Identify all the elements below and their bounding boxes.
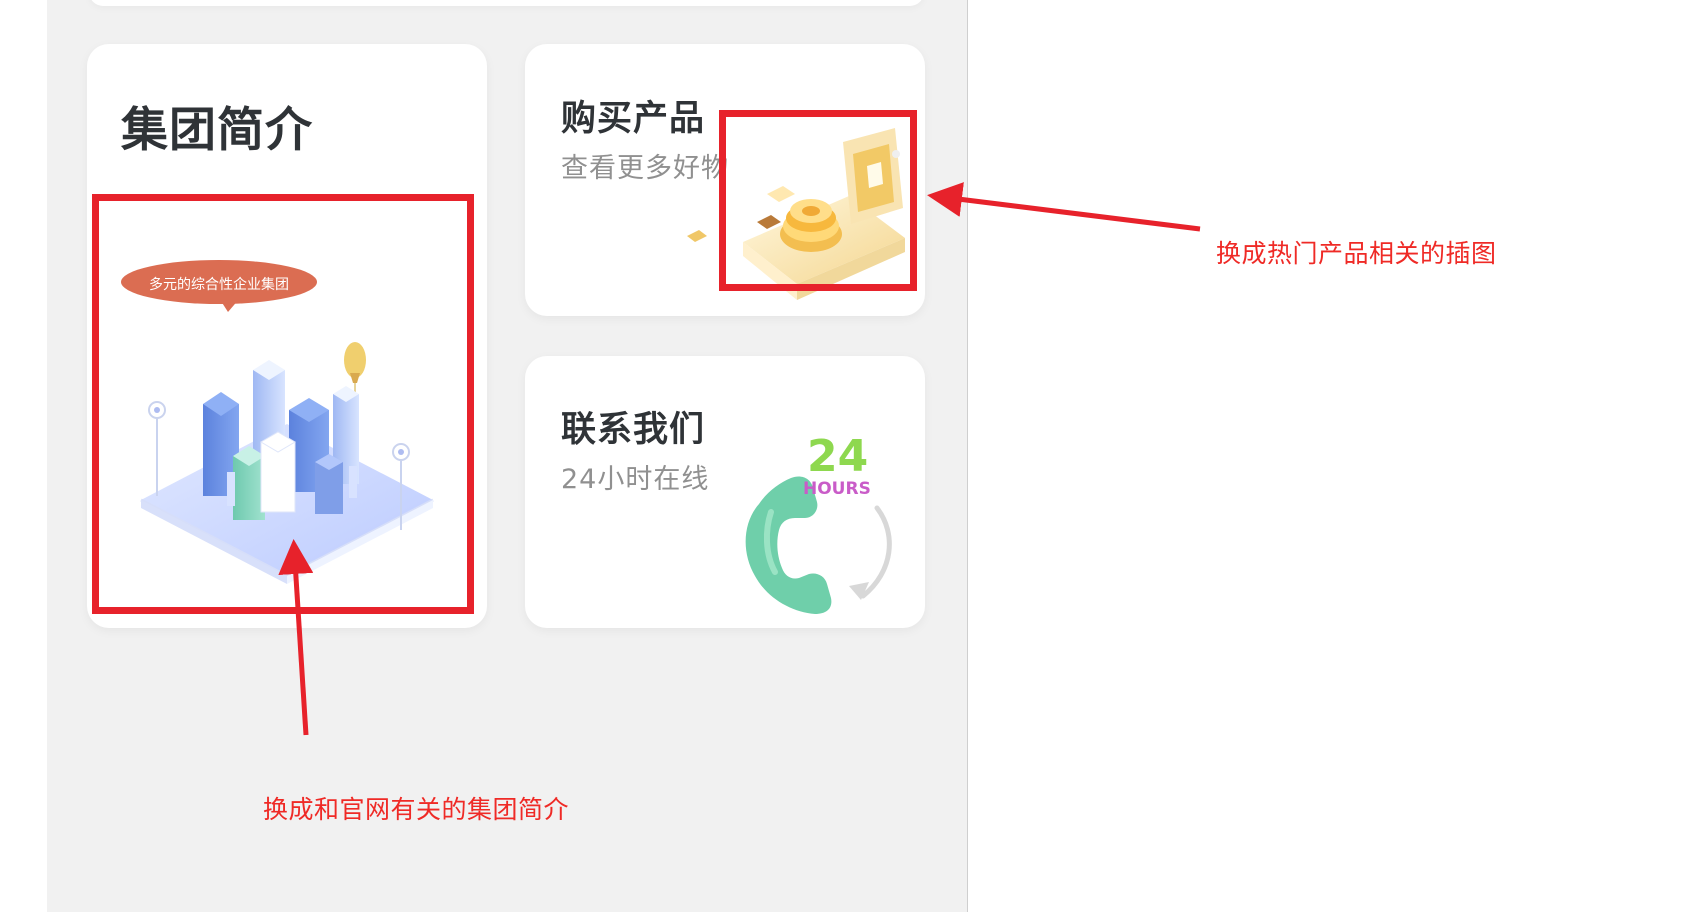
hours-label-text: HOURS bbox=[803, 479, 871, 499]
buildings bbox=[203, 360, 359, 520]
hours-number-text: 24 bbox=[807, 431, 868, 482]
buy-products-title: 购买产品 bbox=[561, 99, 706, 139]
contact-us-card[interactable]: 联系我们 24小时在线 24 HOURS bbox=[525, 356, 925, 628]
street-pole-left bbox=[148, 401, 166, 496]
city-isometric-illustration-icon: 多元的综合性企业集团 bbox=[121, 260, 434, 584]
company-banner-text: 多元的综合性企业集团 bbox=[149, 276, 289, 293]
balloon-illustration bbox=[344, 342, 366, 392]
contact-us-subtitle: 24小时在线 bbox=[561, 464, 710, 495]
contact-us-title: 联系我们 bbox=[561, 410, 706, 450]
buy-products-card[interactable]: 购买产品 查看更多好物 bbox=[525, 44, 925, 316]
arrow-to-buy-image bbox=[927, 182, 1201, 232]
cart-back-panel bbox=[843, 128, 903, 224]
phone-receiver-illustration-icon: 24 HOURS bbox=[745, 431, 892, 614]
intro-image-note: 换成和官网有关的集团简介 bbox=[263, 795, 570, 824]
top-card-edge bbox=[89, 0, 924, 6]
buy-image-note: 换成热门产品相关的插图 bbox=[1216, 239, 1497, 268]
company-intro-title: 集团简介 bbox=[121, 103, 313, 158]
company-intro-card[interactable]: 集团简介 多元的综合性企业集团 bbox=[87, 44, 487, 628]
mobile-screen-panel: 集团简介 多元的综合性企业集团 购买产品 查看更多好物 联系我们 24小时在线 … bbox=[47, 0, 968, 912]
speech-banner: 多元的综合性企业集团 bbox=[121, 260, 317, 312]
buy-products-subtitle: 查看更多好物 bbox=[561, 153, 729, 184]
golden-cart-illustration-icon bbox=[687, 128, 905, 300]
